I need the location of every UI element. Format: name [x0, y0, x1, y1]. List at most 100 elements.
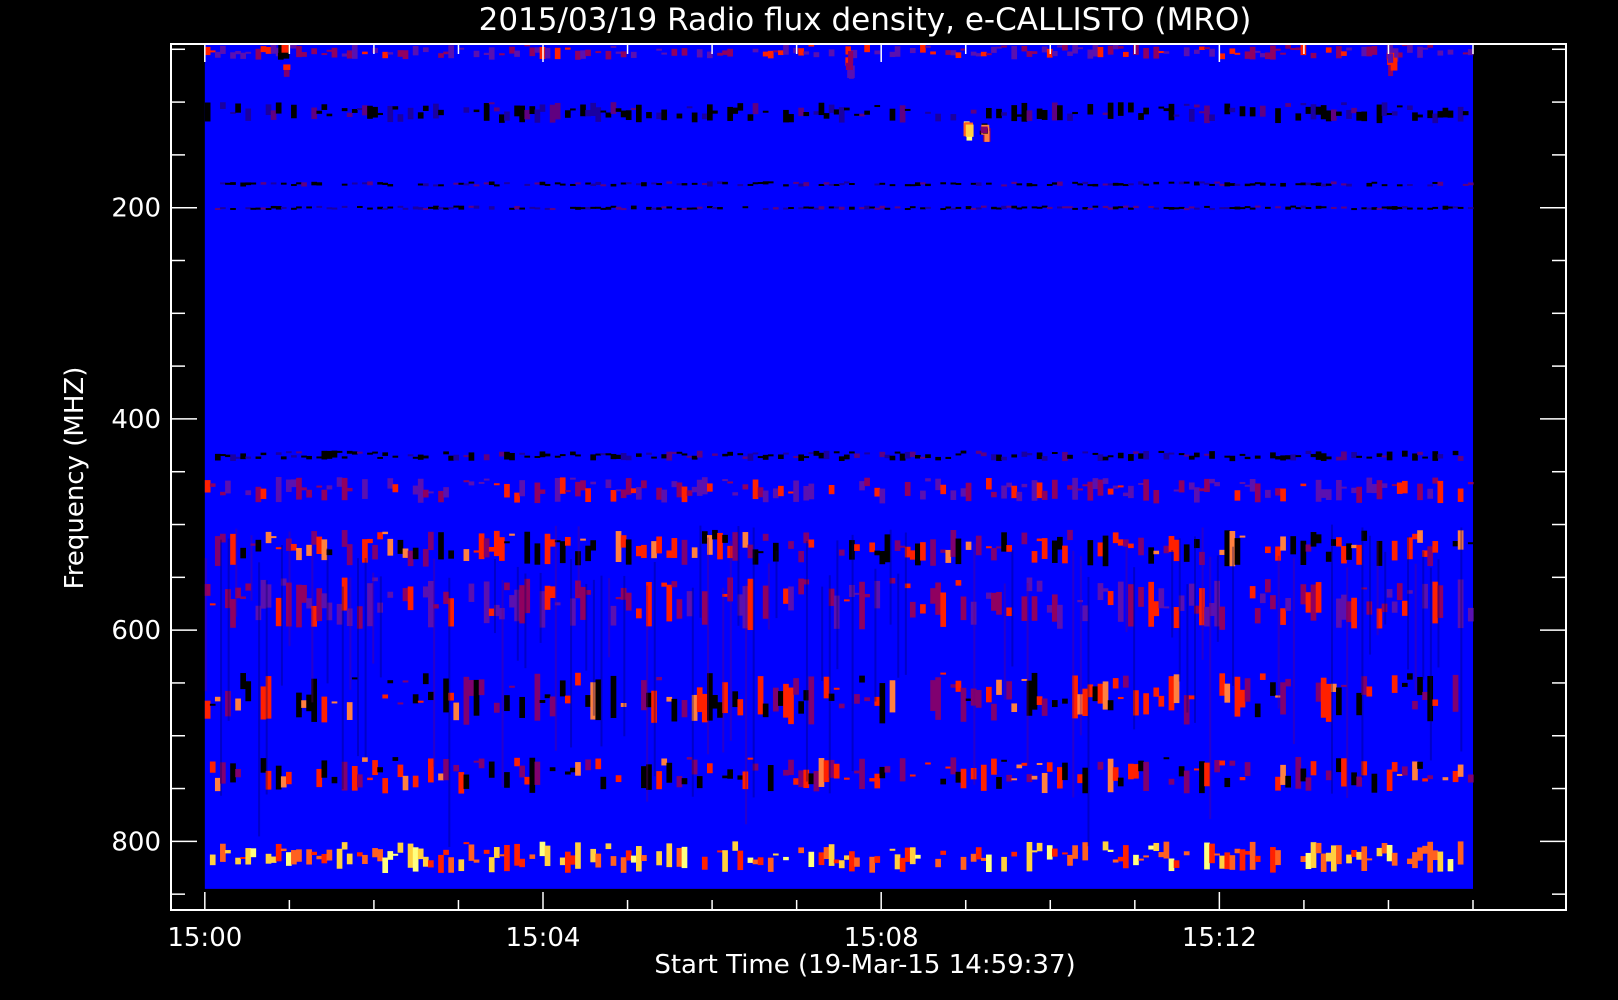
band-cell: [965, 698, 972, 701]
band-cell: [1300, 205, 1307, 209]
band-cell: [468, 844, 475, 861]
streak: [623, 575, 626, 737]
band-cell: [701, 113, 708, 120]
band-cell: [1031, 596, 1038, 621]
band-cell: [752, 452, 759, 455]
band-cell: [889, 108, 896, 121]
band-cell: [636, 487, 642, 500]
band-cell: [311, 531, 318, 545]
band-cell: [1046, 605, 1053, 613]
band-cell: [1183, 544, 1190, 562]
band-cell: [894, 451, 901, 454]
band-cell: [767, 181, 774, 184]
band-cell: [280, 848, 287, 852]
band-cell: [1310, 584, 1317, 621]
band-cell: [712, 694, 718, 709]
band-cell: [605, 479, 612, 489]
band-cell: [387, 52, 394, 55]
band-cell: [686, 591, 693, 617]
band-cell: [1249, 107, 1256, 117]
band-cell: [1097, 542, 1104, 557]
band-cell: [1173, 207, 1180, 210]
band-cell: [1432, 451, 1439, 461]
band-cell: [1112, 859, 1119, 863]
band-cell: [316, 205, 323, 208]
band-cell: [372, 544, 378, 560]
band-cell: [422, 47, 429, 53]
band-cell: [214, 536, 221, 566]
band-cell: [1026, 453, 1033, 456]
band-cell: [1270, 847, 1276, 873]
band-cell: [1336, 598, 1342, 628]
band-cell: [864, 697, 870, 702]
band-cell: [1143, 450, 1149, 460]
band-cell: [1057, 767, 1063, 789]
streak: [707, 537, 710, 755]
band-cell: [1417, 676, 1423, 696]
band-cell: [996, 777, 1002, 789]
band-cell: [580, 480, 586, 491]
band-cell: [245, 456, 252, 459]
band-cell: [570, 108, 576, 111]
heatmap-area: [204, 44, 1474, 889]
band-cell: [1102, 681, 1109, 710]
band-cell: [458, 859, 465, 872]
band-cell: [387, 680, 394, 684]
band-cell: [854, 770, 860, 774]
band-cell: [575, 182, 581, 185]
band-cell: [519, 207, 525, 210]
band-cell: [772, 207, 779, 210]
band-cell: [1346, 183, 1352, 187]
band-cell: [681, 453, 688, 456]
band-cell: [1401, 480, 1408, 494]
band-cell: [1138, 453, 1144, 459]
band-cell: [630, 51, 637, 58]
band-cell: [1386, 769, 1393, 792]
band-cell: [362, 854, 368, 865]
band-cell: [991, 46, 997, 53]
band-cell: [950, 207, 957, 210]
band-cell: [1244, 484, 1251, 487]
band-cell: [1057, 181, 1063, 186]
x-tick-label: 15:08: [844, 923, 919, 953]
band-cell: [950, 182, 957, 185]
x-axis-label: Start Time (19-Mar-15 14:59:37): [654, 950, 1075, 980]
band-cell: [316, 485, 323, 488]
band-cell: [585, 759, 591, 771]
streak: [448, 577, 451, 847]
band-cell: [1117, 696, 1124, 700]
band-cell: [585, 488, 591, 503]
band-cell: [336, 450, 343, 453]
band-cell: [575, 762, 581, 776]
band-cell: [595, 107, 602, 122]
band-cell: [372, 47, 378, 54]
band-cell: [722, 181, 728, 185]
band-cell: [945, 206, 952, 209]
band-cell: [833, 183, 840, 186]
band-cell: [889, 455, 896, 461]
band-cell: [260, 46, 267, 53]
band-cell: [417, 478, 424, 503]
band-cell: [377, 182, 383, 185]
band-cell: [1102, 588, 1109, 592]
band-cell: [1188, 482, 1195, 490]
band-cell: [1427, 110, 1434, 119]
band-cell: [1412, 761, 1418, 781]
band-cell: [443, 487, 449, 498]
band-cell: [326, 49, 333, 52]
band-cell: [838, 456, 845, 461]
band-cell: [448, 857, 454, 873]
band-cell: [767, 50, 774, 59]
band-cell: [473, 205, 480, 209]
band-cell: [346, 450, 353, 454]
band-cell: [296, 206, 302, 209]
band-cell: [986, 686, 992, 703]
band-cell: [1315, 534, 1322, 544]
band-cell: [1117, 581, 1124, 622]
band-cell: [970, 51, 977, 56]
band-cell: [1356, 692, 1362, 716]
band-cell: [280, 456, 287, 460]
band-cell: [1036, 108, 1043, 119]
band-cell: [991, 592, 997, 611]
band-cell: [1422, 47, 1428, 50]
